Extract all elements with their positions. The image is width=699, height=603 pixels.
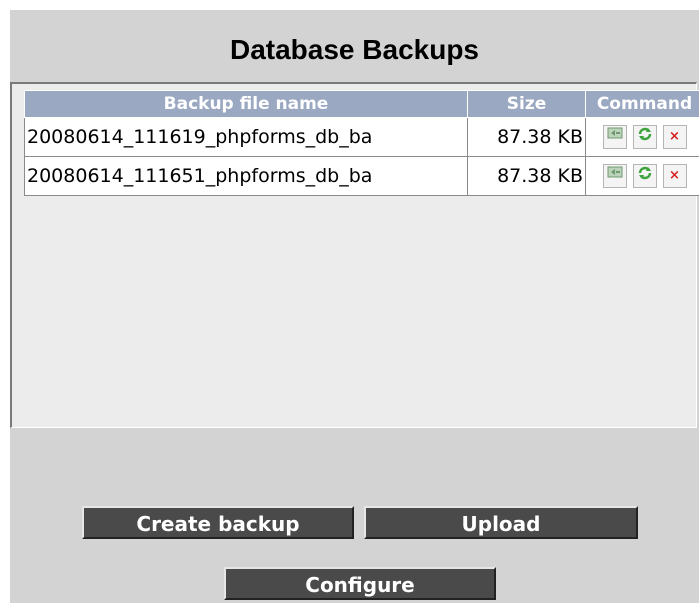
table-header-row: Backup file name Size Command — [24, 90, 699, 118]
restore-icon-graphic — [607, 166, 622, 178]
backups-panel: Database Backups Backup file name Size C… — [10, 10, 699, 603]
table-row: 20080614_111651_phpforms_db_ba 87.38 KB — [24, 156, 699, 196]
upload-button[interactable]: Upload — [364, 506, 638, 539]
delete-icon[interactable]: × — [662, 125, 687, 149]
restore-icon[interactable] — [602, 164, 627, 188]
restore-icon[interactable] — [602, 125, 627, 149]
refresh-icon[interactable] — [632, 125, 657, 149]
page-title: Database Backups — [229, 34, 479, 65]
table-row: 20080614_111619_phpforms_db_ba 87.38 KB — [24, 117, 699, 157]
backup-file-name: 20080614_111651_phpforms_db_ba — [24, 156, 468, 196]
refresh-icon[interactable] — [632, 164, 657, 188]
column-header-command: Command — [585, 90, 699, 118]
column-header-size[interactable]: Size — [467, 90, 586, 118]
backup-list-frame: Backup file name Size Command 20080614_1… — [10, 82, 699, 428]
refresh-icon-graphic — [638, 127, 651, 141]
backup-file-name: 20080614_111619_phpforms_db_ba — [24, 117, 468, 157]
create-backup-button[interactable]: Create backup — [82, 506, 354, 539]
restore-icon-graphic — [607, 127, 622, 139]
backup-file-size: 87.38 KB — [467, 117, 586, 157]
command-cell: × — [585, 117, 699, 157]
backup-table: Backup file name Size Command 20080614_1… — [24, 90, 699, 196]
refresh-icon-graphic — [638, 166, 651, 180]
delete-icon[interactable]: × — [662, 164, 687, 188]
backup-file-size: 87.38 KB — [467, 156, 586, 196]
command-cell: × — [585, 156, 699, 196]
configure-button[interactable]: Configure — [224, 567, 496, 600]
column-header-file-name[interactable]: Backup file name — [24, 90, 468, 118]
